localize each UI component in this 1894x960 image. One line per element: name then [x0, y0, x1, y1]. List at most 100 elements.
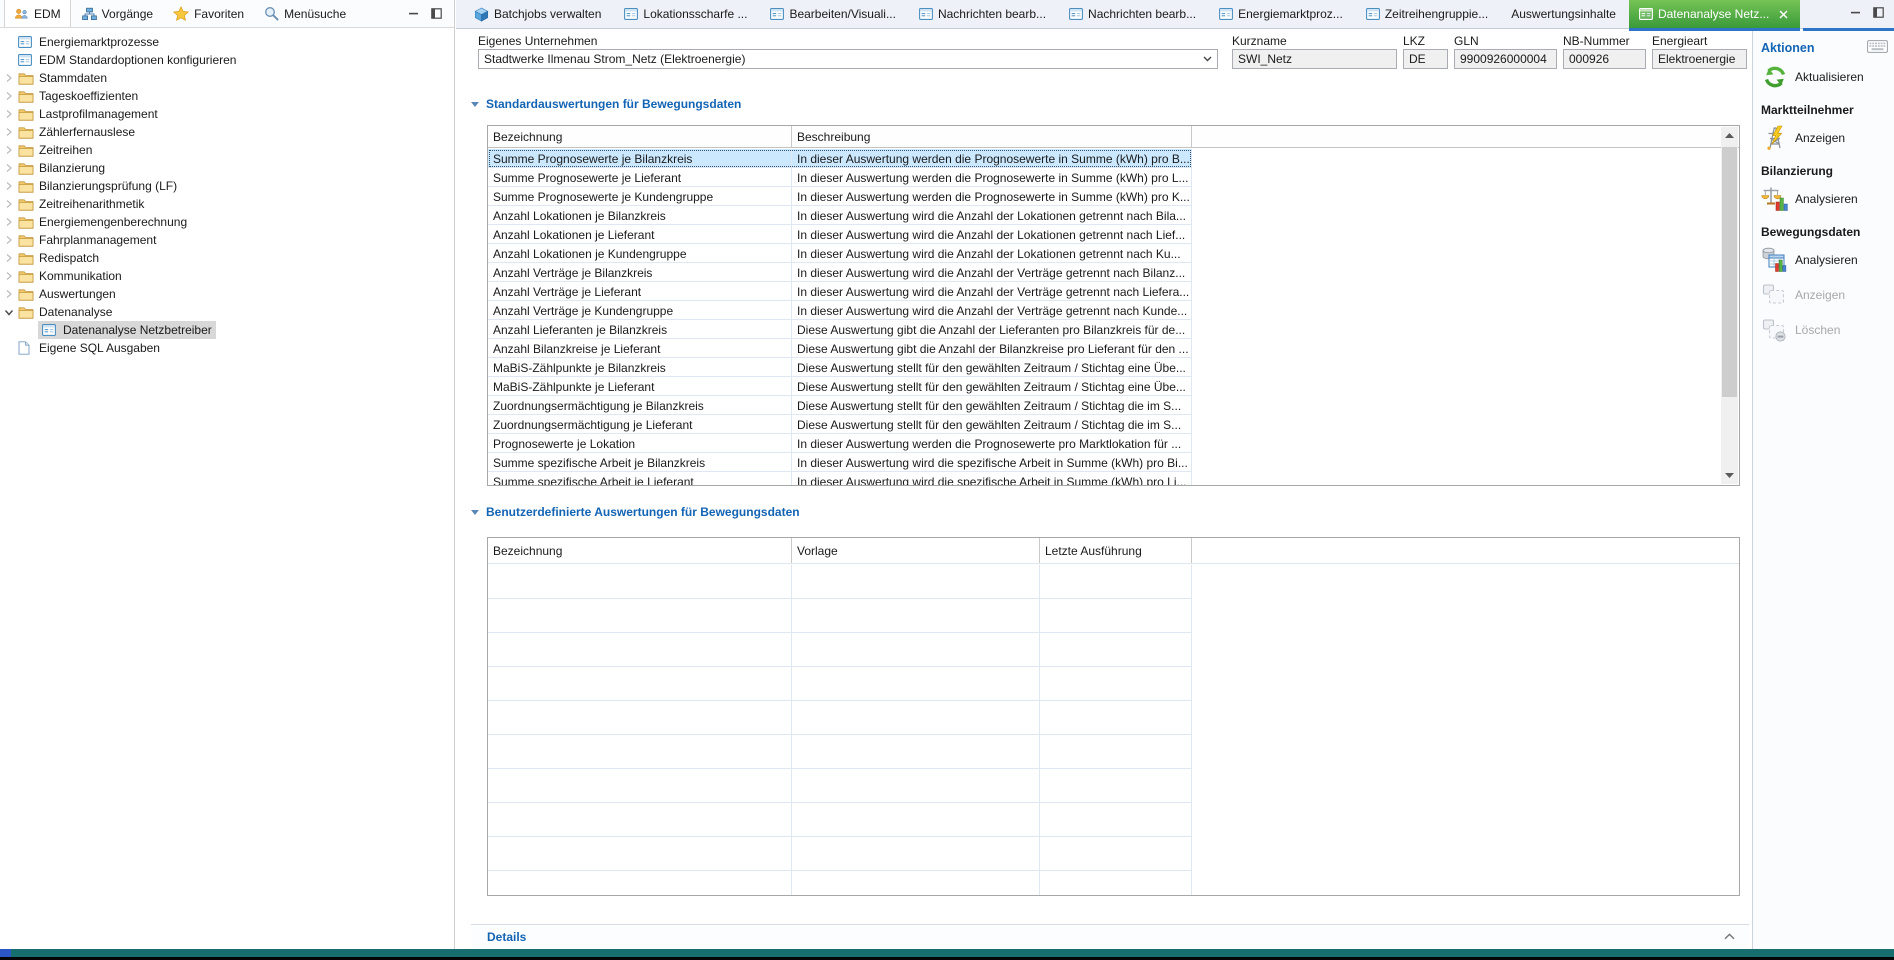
action-button[interactable]: Anzeigen: [1761, 123, 1890, 152]
chevron-up-icon[interactable]: [1719, 929, 1739, 945]
table-row[interactable]: Summe Prognosewerte je Bilanzkreis In di…: [488, 149, 1739, 168]
close-icon[interactable]: [1777, 8, 1790, 21]
kurzname-value[interactable]: SWI_Netz: [1232, 49, 1397, 69]
table-row[interactable]: Summe Prognosewerte je Lieferant In dies…: [488, 168, 1739, 187]
chevron-right-icon[interactable]: [3, 73, 14, 83]
chevron-right-icon[interactable]: [3, 289, 14, 299]
standard-section-header[interactable]: Standardauswertungen für Bewegungsdaten: [471, 97, 741, 111]
table-row[interactable]: Prognosewerte je Lokation In dieser Ausw…: [488, 434, 1739, 453]
document-tab[interactable]: Nachrichten bearb...: [1059, 0, 1206, 28]
document-tab[interactable]: Energiemarktproz...: [1209, 0, 1353, 28]
sidebar-tab[interactable]: Menüsuche: [255, 0, 355, 27]
tree-item[interactable]: Redispatch: [0, 249, 454, 267]
tree-item-label: Zählerfernauslese: [39, 125, 135, 139]
nb-nummer-value[interactable]: 000926: [1563, 49, 1646, 69]
chevron-right-icon[interactable]: [3, 217, 14, 227]
column-header-bezeichnung[interactable]: Bezeichnung: [488, 126, 792, 147]
document-tab[interactable]: Lokationsscharfe ...: [614, 0, 757, 28]
chevron-right-icon[interactable]: [3, 163, 14, 173]
tree-item[interactable]: Energiemengenberechnung: [0, 213, 454, 231]
action-button[interactable]: Anzeigen: [1761, 280, 1890, 309]
tree-item[interactable]: Stammdaten: [0, 69, 454, 87]
company-select[interactable]: Stadtwerke Ilmenau Strom_Netz (Elektroen…: [478, 49, 1218, 69]
tree-item[interactable]: Energiemarktprozesse: [0, 33, 454, 51]
tree-item-label: Bilanzierungsprüfung (LF): [39, 179, 177, 193]
gln-value[interactable]: 9900926000004: [1454, 49, 1557, 69]
document-tab[interactable]: Datenanalyse Netz...: [1629, 0, 1800, 28]
minimize-window-icon[interactable]: [1850, 7, 1861, 21]
tree-item[interactable]: Tageskoeffizienten: [0, 87, 454, 105]
dock-panel-icon[interactable]: [431, 8, 442, 19]
table-row[interactable]: Anzahl Lieferanten je Bilanzkreis Diese …: [488, 320, 1739, 339]
minimize-panel-icon[interactable]: [408, 8, 419, 19]
document-tab[interactable]: Zeitreihengruppie...: [1356, 0, 1498, 28]
tree-item[interactable]: EDM Standardoptionen konfigurieren: [0, 51, 454, 69]
chevron-right-icon[interactable]: [3, 199, 14, 209]
empty-grid-lines: [488, 565, 1192, 895]
chevron-down-icon[interactable]: [3, 308, 14, 317]
table-row[interactable]: Anzahl Verträge je Lieferant In dieser A…: [488, 282, 1739, 301]
sidebar-tab[interactable]: Vorgänge: [73, 0, 162, 27]
table-row[interactable]: Anzahl Lokationen je Bilanzkreis In dies…: [488, 206, 1739, 225]
table-row[interactable]: MaBiS-Zählpunkte je Bilanzkreis Diese Au…: [488, 358, 1739, 377]
tree-item[interactable]: Datenanalyse: [0, 303, 454, 321]
tree-item[interactable]: Zeitreihenarithmetik: [0, 195, 454, 213]
details-label[interactable]: Details: [487, 930, 526, 944]
sidebar-tab[interactable]: EDM: [4, 0, 71, 27]
chevron-down-icon[interactable]: [1197, 56, 1212, 62]
tree-item[interactable]: Zeitreihen: [0, 141, 454, 159]
action-button[interactable]: Analysieren: [1761, 245, 1890, 274]
chevron-right-icon[interactable]: [3, 91, 14, 101]
tree-item[interactable]: Bilanzierung: [0, 159, 454, 177]
table-row[interactable]: Summe spezifische Arbeit je Lieferant In…: [488, 472, 1739, 485]
tree-item[interactable]: Fahrplanmanagement: [0, 231, 454, 249]
chevron-right-icon[interactable]: [3, 127, 14, 137]
tree-item[interactable]: Datenanalyse Netzbetreiber: [0, 321, 454, 339]
tree-item[interactable]: Auswertungen: [0, 285, 454, 303]
sidebar-tab[interactable]: Favoriten: [164, 0, 253, 27]
table-row[interactable]: Anzahl Lokationen je Lieferant In dieser…: [488, 225, 1739, 244]
energieart-value[interactable]: Elektroenergie: [1652, 49, 1747, 69]
column-header-beschreibung[interactable]: Beschreibung: [792, 126, 1192, 147]
table-row[interactable]: MaBiS-Zählpunkte je Lieferant Diese Ausw…: [488, 377, 1739, 396]
chevron-right-icon[interactable]: [3, 109, 14, 119]
table-row[interactable]: Anzahl Verträge je Kundengruppe In diese…: [488, 301, 1739, 320]
column-header-vorlage[interactable]: Vorlage: [792, 538, 1040, 563]
form-icon: [770, 8, 784, 20]
chevron-right-icon[interactable]: [3, 271, 14, 281]
tree-item[interactable]: Bilanzierungsprüfung (LF): [0, 177, 454, 195]
table-row[interactable]: Zuordnungsermächtigung je Bilanzkreis Di…: [488, 396, 1739, 415]
column-header-letzte-ausfuehrung[interactable]: Letzte Ausführung: [1040, 538, 1192, 563]
document-tab[interactable]: Auswertungsinhalte: [1501, 0, 1626, 28]
table-row[interactable]: Zuordnungsermächtigung je Lieferant Dies…: [488, 415, 1739, 434]
tree-item[interactable]: Kommunikation: [0, 267, 454, 285]
action-button[interactable]: Analysieren: [1761, 184, 1890, 213]
table-row[interactable]: Anzahl Bilanzkreise je Lieferant Diese A…: [488, 339, 1739, 358]
document-tab[interactable]: Batchjobs verwalten: [464, 0, 611, 28]
keyboard-icon[interactable]: [1867, 40, 1888, 56]
scroll-up-icon[interactable]: [1721, 127, 1738, 144]
chevron-right-icon[interactable]: [3, 235, 14, 245]
table-row[interactable]: Anzahl Verträge je Bilanzkreis In dieser…: [488, 263, 1739, 282]
scroll-down-icon[interactable]: [1721, 467, 1738, 484]
chevron-right-icon[interactable]: [3, 181, 14, 191]
action-button[interactable]: Aktualisieren: [1761, 62, 1890, 91]
row-beschreibung: In dieser Auswertung wird die Anzahl der…: [792, 225, 1192, 244]
action-button[interactable]: Löschen: [1761, 315, 1890, 344]
table-row[interactable]: Summe Prognosewerte je Kundengruppe In d…: [488, 187, 1739, 206]
custom-section-header[interactable]: Benutzerdefinierte Auswertungen für Bewe…: [471, 505, 800, 519]
document-tab[interactable]: Nachrichten bearb...: [909, 0, 1056, 28]
table-row[interactable]: Anzahl Lokationen je Kundengruppe In die…: [488, 244, 1739, 263]
scrollbar-thumb[interactable]: [1722, 147, 1737, 397]
chevron-right-icon[interactable]: [3, 145, 14, 155]
lkz-value[interactable]: DE: [1403, 49, 1448, 69]
column-header-bezeichnung[interactable]: Bezeichnung: [488, 538, 792, 563]
tree-item[interactable]: Eigene SQL Ausgaben: [0, 339, 454, 357]
table-row[interactable]: Summe spezifische Arbeit je Bilanzkreis …: [488, 453, 1739, 472]
chevron-right-icon[interactable]: [3, 253, 14, 263]
restore-window-icon[interactable]: [1873, 7, 1884, 21]
tree-item[interactable]: Lastprofilmanagement: [0, 105, 454, 123]
table-scrollbar[interactable]: [1721, 127, 1738, 484]
document-tab[interactable]: Bearbeiten/Visuali...: [760, 0, 906, 28]
tree-item[interactable]: Zählerfernauslese: [0, 123, 454, 141]
